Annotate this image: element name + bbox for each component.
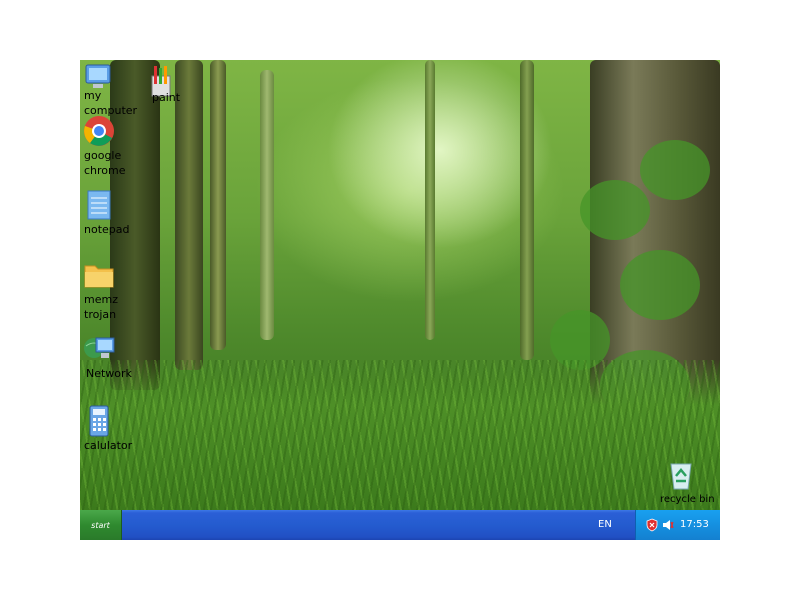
taskbar: start EN 17:53	[80, 510, 720, 540]
desktop-icon-paint[interactable]: paint	[144, 64, 204, 105]
icon-label: notepad	[84, 223, 130, 236]
icon-label: recycle bin	[660, 494, 715, 505]
desktop-icon-calculator[interactable]: calulator	[82, 404, 142, 453]
icon-label: Network	[86, 367, 132, 380]
desktop-screen: my computer paint google chrome notepad	[80, 60, 720, 540]
network-icon	[84, 337, 115, 358]
forest-wallpaper	[80, 60, 720, 510]
shield-icon[interactable]	[646, 518, 658, 532]
grass	[80, 360, 720, 510]
icon-label: calulator	[84, 439, 133, 452]
chrome-icon	[84, 116, 114, 146]
calculator-icon	[89, 405, 109, 437]
recycle-bin-icon	[670, 463, 692, 490]
system-tray: 17:53	[635, 510, 720, 540]
clock[interactable]: 17:53	[680, 510, 709, 540]
desktop-icon-my-computer[interactable]: my computer	[82, 62, 142, 118]
start-button[interactable]: start	[80, 510, 122, 540]
speaker-icon[interactable]	[662, 518, 674, 532]
folder-icon	[84, 265, 114, 288]
language-indicator[interactable]: EN	[598, 510, 612, 540]
desktop-icon-notepad[interactable]: notepad	[82, 188, 142, 237]
icon-label: google chrome	[84, 149, 126, 177]
desktop-icon-memz-trojan[interactable]: memz trojan	[82, 258, 142, 322]
desktop-icon-network[interactable]: Network	[82, 332, 142, 381]
start-label: start	[91, 520, 110, 530]
notepad-icon	[87, 190, 111, 220]
desktop-icon-google-chrome[interactable]: google chrome	[82, 114, 142, 178]
icon-label: paint	[152, 91, 181, 104]
desktop-icon-recycle-bin[interactable]: recycle bin	[658, 458, 718, 507]
icon-label: memz trojan	[84, 293, 118, 321]
